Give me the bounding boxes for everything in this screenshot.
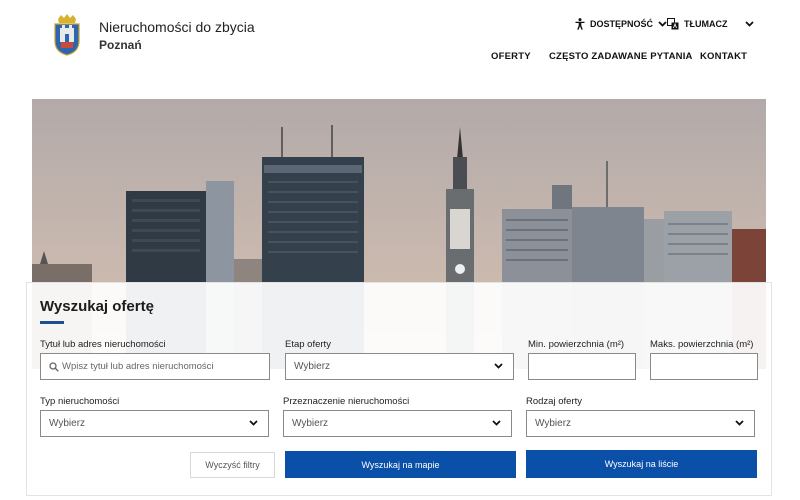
- translate-icon: [667, 18, 679, 30]
- nav-faq[interactable]: CZĘSTO ZADAWANE PYTANIA: [549, 51, 693, 62]
- accessibility-label: DOSTĘPNOŚĆ: [590, 19, 654, 29]
- search-icon: [49, 361, 59, 372]
- offer-type-label: Rodzaj oferty: [526, 396, 582, 407]
- chevron-down-icon: [249, 420, 258, 426]
- chevron-down-icon: [494, 363, 503, 369]
- search-map-button[interactable]: Wyszukaj na mapie: [285, 451, 516, 478]
- chevron-down-icon: [658, 21, 667, 27]
- site-header: Nieruchomości do zbycia Poznań DOSTĘPNOŚ…: [0, 0, 800, 86]
- chevron-down-icon: [735, 420, 744, 426]
- title-address-label: Tytuł lub adres nieruchomości: [40, 339, 166, 350]
- stage-value: Wybierz: [294, 361, 331, 372]
- nav-contact[interactable]: KONTAKT: [700, 51, 747, 62]
- brand-title: Nieruchomości do zbycia: [99, 19, 255, 35]
- offer-type-value: Wybierz: [535, 418, 572, 429]
- translator-menu[interactable]: TŁUMACZ: [667, 18, 754, 30]
- chevron-down-icon: [492, 420, 501, 426]
- poznan-coat-of-arms-logo[interactable]: [52, 14, 82, 56]
- title-address-placeholder: Wpisz tytuł lub adres nieruchomości: [62, 361, 214, 372]
- title-address-input[interactable]: Wpisz tytuł lub adres nieruchomości: [40, 353, 270, 380]
- offer-type-select[interactable]: Wybierz: [526, 410, 755, 437]
- property-type-select[interactable]: Wybierz: [40, 410, 269, 437]
- search-title: Wyszukaj ofertę: [40, 298, 154, 315]
- property-type-value: Wybierz: [49, 418, 86, 429]
- accessibility-menu[interactable]: DOSTĘPNOŚĆ: [575, 18, 667, 30]
- purpose-label: Przeznaczenie nieruchomości: [283, 396, 410, 407]
- purpose-select[interactable]: Wybierz: [283, 410, 512, 437]
- min-area-input[interactable]: [528, 353, 636, 380]
- brand-subtitle: Poznań: [99, 38, 142, 52]
- accessibility-icon: [575, 18, 585, 30]
- chevron-down-icon: [744, 21, 754, 27]
- clear-filters-button[interactable]: Wyczyść filtry: [190, 452, 275, 478]
- min-area-label: Min. powierzchnia (m²): [528, 339, 625, 350]
- translator-label: TŁUMACZ: [684, 19, 728, 29]
- stage-select[interactable]: Wybierz: [285, 353, 514, 380]
- nav-offers[interactable]: OFERTY: [491, 51, 531, 62]
- purpose-value: Wybierz: [292, 418, 329, 429]
- stage-label: Etap oferty: [285, 339, 331, 350]
- title-underline: [40, 321, 64, 324]
- max-area-input[interactable]: [650, 353, 758, 380]
- search-list-button[interactable]: Wyszukaj na liście: [526, 450, 757, 478]
- property-type-label: Typ nieruchomości: [40, 396, 120, 407]
- max-area-label: Maks. powierzchnia (m²): [650, 339, 754, 350]
